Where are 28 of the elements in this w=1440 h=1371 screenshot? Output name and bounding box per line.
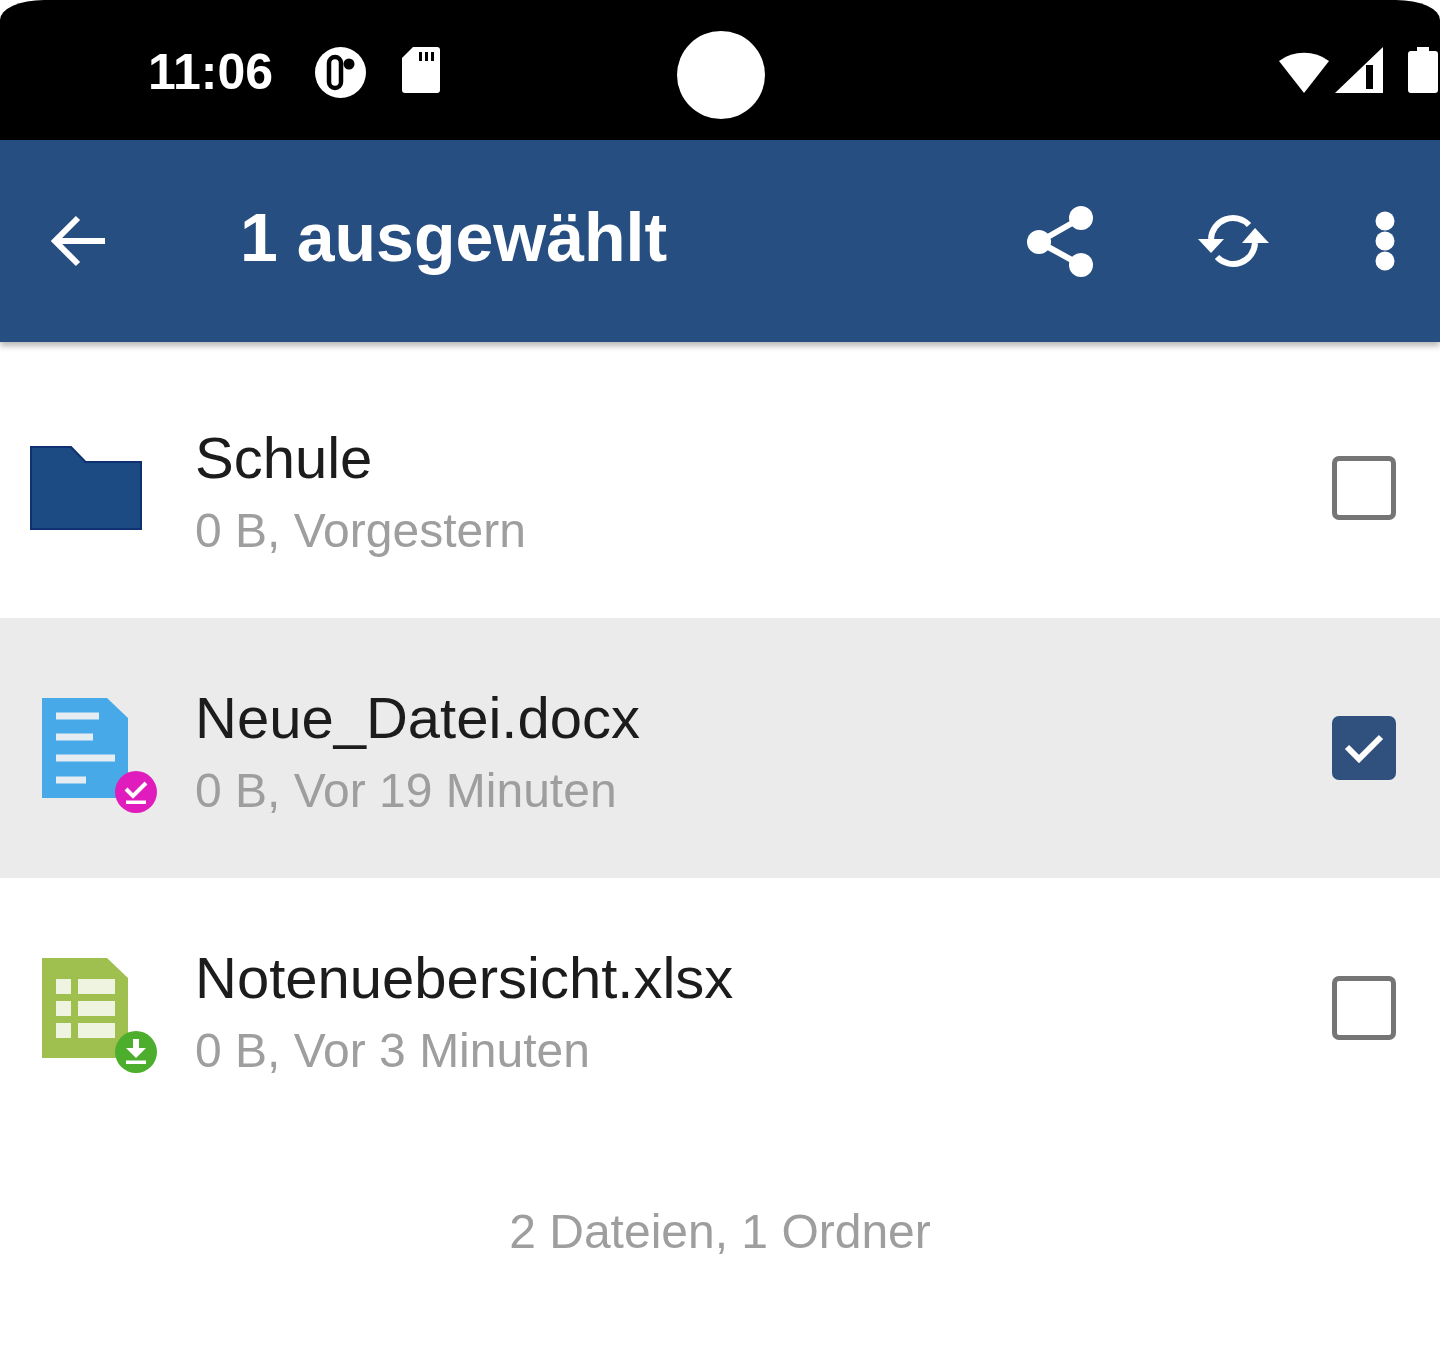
checkmark-icon bbox=[1344, 733, 1384, 763]
battery-icon bbox=[1408, 47, 1438, 93]
sd-card-icon bbox=[402, 47, 441, 93]
file-row[interactable]: Neue_Datei.docx 0 B, Vor 19 Minuten bbox=[0, 618, 1440, 878]
spreadsheet-icon bbox=[42, 958, 128, 1058]
document-icon bbox=[42, 698, 128, 798]
notification-icon bbox=[315, 46, 367, 98]
back-button[interactable] bbox=[48, 213, 108, 269]
file-name: Notenuebersicht.xlsx bbox=[195, 945, 734, 1011]
share-button[interactable] bbox=[1027, 205, 1093, 277]
file-details: 0 B, Vor 3 Minuten bbox=[195, 1023, 590, 1079]
more-options-icon bbox=[1373, 211, 1397, 271]
camera-cutout-icon bbox=[677, 31, 765, 119]
signal-icon bbox=[1335, 47, 1383, 93]
more-options-button[interactable] bbox=[1373, 211, 1397, 271]
status-time: 11:06 bbox=[148, 47, 274, 97]
file-name: Schule bbox=[195, 425, 373, 491]
file-name: Neue_Datei.docx bbox=[195, 685, 640, 751]
file-details: 0 B, Vor 19 Minuten bbox=[195, 763, 617, 819]
file-details: 0 B, Vorgestern bbox=[195, 503, 526, 559]
selection-title: 1 ausgewählt bbox=[240, 198, 668, 278]
checkbox[interactable] bbox=[1332, 456, 1396, 520]
checkbox[interactable] bbox=[1332, 716, 1396, 780]
back-arrow-icon bbox=[48, 213, 108, 269]
file-count-summary: 2 Dateien, 1 Ordner bbox=[509, 1204, 931, 1260]
folder-icon bbox=[30, 446, 142, 530]
share-icon bbox=[1027, 205, 1093, 277]
checkbox[interactable] bbox=[1332, 976, 1396, 1040]
